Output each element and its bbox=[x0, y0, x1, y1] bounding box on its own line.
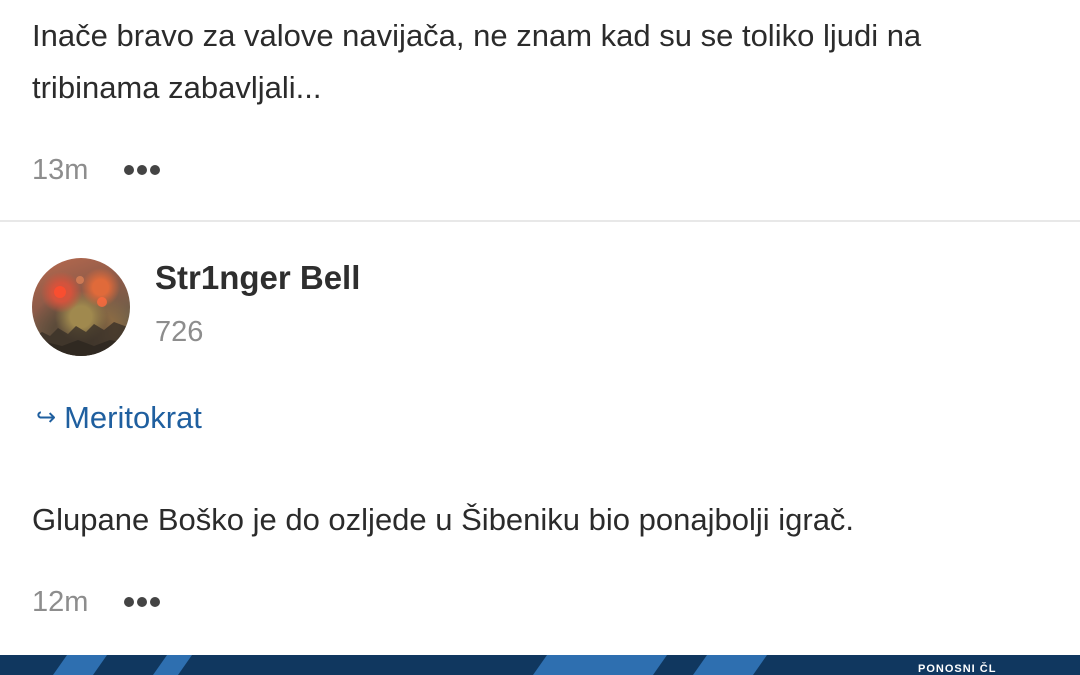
more-dots-icon bbox=[124, 597, 135, 607]
banner-stripe bbox=[52, 655, 108, 675]
more-options-button[interactable] bbox=[124, 150, 161, 190]
comment-meta: 13m bbox=[32, 150, 161, 190]
comment-username[interactable]: Str1nger Bell bbox=[155, 256, 360, 300]
banner-stripe bbox=[692, 655, 768, 675]
comments-page: Inače bravo za valove navijača, ne znam … bbox=[0, 0, 1080, 675]
avatar-image-icon bbox=[32, 276, 130, 356]
comment-divider bbox=[0, 220, 1080, 222]
banner-stripe bbox=[532, 655, 668, 675]
comment-time: 12m bbox=[32, 586, 89, 618]
reply-arrow-icon: ↪ bbox=[36, 404, 57, 431]
comment-body: Glupane Boško je do ozljede u Šibeniku b… bbox=[32, 502, 855, 537]
ad-banner[interactable]: PONOSNI ČL bbox=[0, 655, 1080, 675]
reply-to-link[interactable]: ↪ Meritokrat bbox=[36, 398, 202, 438]
reply-to-username: Meritokrat bbox=[64, 400, 202, 435]
banner-text: PONOSNI ČL bbox=[918, 663, 997, 675]
comment-time: 13m bbox=[32, 154, 89, 186]
more-dots-icon bbox=[124, 165, 135, 175]
comment-body: Inače bravo za valove navijača, ne znam … bbox=[32, 18, 922, 105]
user-points: 726 bbox=[155, 316, 204, 348]
more-options-button[interactable] bbox=[124, 582, 161, 622]
banner-stripe bbox=[152, 655, 193, 675]
comment-meta: 12m bbox=[32, 582, 161, 622]
avatar[interactable] bbox=[32, 258, 130, 356]
